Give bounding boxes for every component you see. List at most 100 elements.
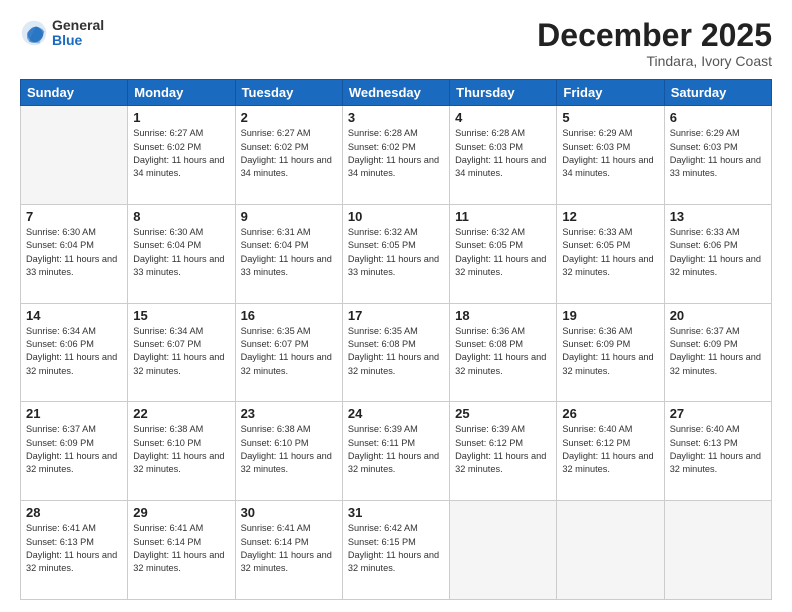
calendar-cell-w2-d3: 9Sunrise: 6:31 AM Sunset: 6:04 PM Daylig… [235, 204, 342, 303]
day-info: Sunrise: 6:29 AM Sunset: 6:03 PM Dayligh… [670, 127, 766, 180]
day-number: 2 [241, 110, 337, 125]
calendar-cell-w1-d2: 1Sunrise: 6:27 AM Sunset: 6:02 PM Daylig… [128, 106, 235, 205]
col-friday: Friday [557, 80, 664, 106]
day-info: Sunrise: 6:30 AM Sunset: 6:04 PM Dayligh… [133, 226, 229, 279]
day-number: 6 [670, 110, 766, 125]
day-number: 29 [133, 505, 229, 520]
calendar-cell-w1-d1 [21, 106, 128, 205]
day-number: 11 [455, 209, 551, 224]
col-tuesday: Tuesday [235, 80, 342, 106]
day-info: Sunrise: 6:32 AM Sunset: 6:05 PM Dayligh… [348, 226, 444, 279]
day-info: Sunrise: 6:37 AM Sunset: 6:09 PM Dayligh… [670, 325, 766, 378]
calendar-cell-w3-d2: 15 Sunrise: 6:34 AM Sunset: 6:07 PM Dayli… [128, 303, 235, 402]
day-info: Sunrise: 6:41 AM Sunset: 6:14 PM Dayligh… [241, 522, 337, 575]
day-number: 13 [670, 209, 766, 224]
day-info: Sunrise: 6:27 AM Sunset: 6:02 PM Dayligh… [133, 127, 229, 180]
logo: General Blue [20, 18, 104, 49]
day-number: 9 [241, 209, 337, 224]
day-info: Sunrise: 6:28 AM Sunset: 6:03 PM Dayligh… [455, 127, 551, 180]
month-title: December 2025 [537, 18, 772, 53]
day-info: Sunrise: 6:30 AM Sunset: 6:04 PM Dayligh… [26, 226, 122, 279]
day-number: 8 [133, 209, 229, 224]
day-number: 18 [455, 308, 551, 323]
day-number: 10 [348, 209, 444, 224]
day-info: Sunrise: 6:34 AM Sunset: 6:06 PM Dayligh… [26, 325, 122, 378]
page: General Blue December 2025 Tindara, Ivor… [0, 0, 792, 612]
calendar-cell-w5-d2: 29Sunrise: 6:41 AM Sunset: 6:14 PM Dayli… [128, 501, 235, 600]
logo-blue-text: Blue [52, 33, 104, 48]
day-number: 7 [26, 209, 122, 224]
day-number: 25 [455, 406, 551, 421]
calendar-cell-w5-d4: 31 Sunrise: 6:42 AM Sunset: 6:15 PM Dayli… [342, 501, 449, 600]
day-info: Sunrise: 6:40 AM Sunset: 6:12 PM Dayligh… [562, 423, 658, 476]
day-info: Sunrise: 6:33 AM Sunset: 6:06 PM Dayligh… [670, 226, 766, 279]
calendar-cell-w4-d5: 25 Sunrise: 6:39 AM Sunset: 6:12 PM Dayli… [450, 402, 557, 501]
calendar-table: Sunday Monday Tuesday Wednesday Thursday… [20, 79, 772, 600]
calendar-cell-w4-d6: 26 Sunrise: 6:40 AM Sunset: 6:12 PM Dayli… [557, 402, 664, 501]
calendar-cell-w5-d3: 30Sunrise: 6:41 AM Sunset: 6:14 PM Dayli… [235, 501, 342, 600]
calendar-cell-w2-d6: 12 Sunrise: 6:33 AM Sunset: 6:05 PM Dayli… [557, 204, 664, 303]
calendar-cell-w3-d6: 19Sunrise: 6:36 AM Sunset: 6:09 PM Dayli… [557, 303, 664, 402]
header: General Blue December 2025 Tindara, Ivor… [20, 18, 772, 69]
day-info: Sunrise: 6:39 AM Sunset: 6:11 PM Dayligh… [348, 423, 444, 476]
day-info: Sunrise: 6:38 AM Sunset: 6:10 PM Dayligh… [133, 423, 229, 476]
day-info: Sunrise: 6:34 AM Sunset: 6:07 PM Dayligh… [133, 325, 229, 378]
day-info: Sunrise: 6:38 AM Sunset: 6:10 PM Dayligh… [241, 423, 337, 476]
day-info: Sunrise: 6:36 AM Sunset: 6:09 PM Dayligh… [562, 325, 658, 378]
calendar-week-4: 21Sunrise: 6:37 AM Sunset: 6:09 PM Dayli… [21, 402, 772, 501]
calendar-cell-w1-d3: 2 Sunrise: 6:27 AM Sunset: 6:02 PM Daylig… [235, 106, 342, 205]
day-info: Sunrise: 6:39 AM Sunset: 6:12 PM Dayligh… [455, 423, 551, 476]
day-number: 31 [348, 505, 444, 520]
calendar-cell-w1-d7: 6 Sunrise: 6:29 AM Sunset: 6:03 PM Daylig… [664, 106, 771, 205]
title-block: December 2025 Tindara, Ivory Coast [537, 18, 772, 69]
calendar-cell-w2-d2: 8 Sunrise: 6:30 AM Sunset: 6:04 PM Daylig… [128, 204, 235, 303]
day-number: 27 [670, 406, 766, 421]
day-info: Sunrise: 6:28 AM Sunset: 6:02 PM Dayligh… [348, 127, 444, 180]
day-info: Sunrise: 6:29 AM Sunset: 6:03 PM Dayligh… [562, 127, 658, 180]
location: Tindara, Ivory Coast [537, 53, 772, 69]
logo-general-text: General [52, 18, 104, 33]
day-info: Sunrise: 6:40 AM Sunset: 6:13 PM Dayligh… [670, 423, 766, 476]
calendar-cell-w5-d5 [450, 501, 557, 600]
calendar-week-3: 14 Sunrise: 6:34 AM Sunset: 6:06 PM Dayli… [21, 303, 772, 402]
day-number: 23 [241, 406, 337, 421]
day-info: Sunrise: 6:33 AM Sunset: 6:05 PM Dayligh… [562, 226, 658, 279]
calendar-cell-w4-d2: 22 Sunrise: 6:38 AM Sunset: 6:10 PM Dayli… [128, 402, 235, 501]
calendar-week-5: 28Sunrise: 6:41 AM Sunset: 6:13 PM Dayli… [21, 501, 772, 600]
day-number: 17 [348, 308, 444, 323]
calendar-cell-w1-d6: 5 Sunrise: 6:29 AM Sunset: 6:03 PM Daylig… [557, 106, 664, 205]
day-number: 5 [562, 110, 658, 125]
calendar-cell-w4-d1: 21Sunrise: 6:37 AM Sunset: 6:09 PM Dayli… [21, 402, 128, 501]
day-number: 16 [241, 308, 337, 323]
calendar-cell-w1-d4: 3 Sunrise: 6:28 AM Sunset: 6:02 PM Daylig… [342, 106, 449, 205]
day-info: Sunrise: 6:27 AM Sunset: 6:02 PM Dayligh… [241, 127, 337, 180]
calendar-cell-w5-d1: 28Sunrise: 6:41 AM Sunset: 6:13 PM Dayli… [21, 501, 128, 600]
col-monday: Monday [128, 80, 235, 106]
day-number: 20 [670, 308, 766, 323]
col-saturday: Saturday [664, 80, 771, 106]
calendar-cell-w3-d5: 18 Sunrise: 6:36 AM Sunset: 6:08 PM Dayli… [450, 303, 557, 402]
calendar-cell-w5-d7 [664, 501, 771, 600]
day-info: Sunrise: 6:36 AM Sunset: 6:08 PM Dayligh… [455, 325, 551, 378]
calendar-cell-w2-d1: 7 Sunrise: 6:30 AM Sunset: 6:04 PM Daylig… [21, 204, 128, 303]
calendar-cell-w4-d3: 23 Sunrise: 6:38 AM Sunset: 6:10 PM Dayli… [235, 402, 342, 501]
logo-text: General Blue [52, 18, 104, 49]
calendar-cell-w4-d4: 24 Sunrise: 6:39 AM Sunset: 6:11 PM Dayli… [342, 402, 449, 501]
day-number: 14 [26, 308, 122, 323]
calendar-header-row: Sunday Monday Tuesday Wednesday Thursday… [21, 80, 772, 106]
day-number: 3 [348, 110, 444, 125]
calendar-cell-w5-d6 [557, 501, 664, 600]
day-number: 12 [562, 209, 658, 224]
logo-icon [20, 19, 48, 47]
day-number: 24 [348, 406, 444, 421]
day-info: Sunrise: 6:41 AM Sunset: 6:13 PM Dayligh… [26, 522, 122, 575]
day-info: Sunrise: 6:42 AM Sunset: 6:15 PM Dayligh… [348, 522, 444, 575]
calendar-cell-w3-d1: 14 Sunrise: 6:34 AM Sunset: 6:06 PM Dayli… [21, 303, 128, 402]
day-number: 22 [133, 406, 229, 421]
calendar-cell-w3-d7: 20 Sunrise: 6:37 AM Sunset: 6:09 PM Dayli… [664, 303, 771, 402]
day-info: Sunrise: 6:35 AM Sunset: 6:07 PM Dayligh… [241, 325, 337, 378]
calendar-cell-w2-d7: 13 Sunrise: 6:33 AM Sunset: 6:06 PM Dayli… [664, 204, 771, 303]
calendar-cell-w2-d4: 10 Sunrise: 6:32 AM Sunset: 6:05 PM Dayli… [342, 204, 449, 303]
day-number: 15 [133, 308, 229, 323]
day-number: 26 [562, 406, 658, 421]
